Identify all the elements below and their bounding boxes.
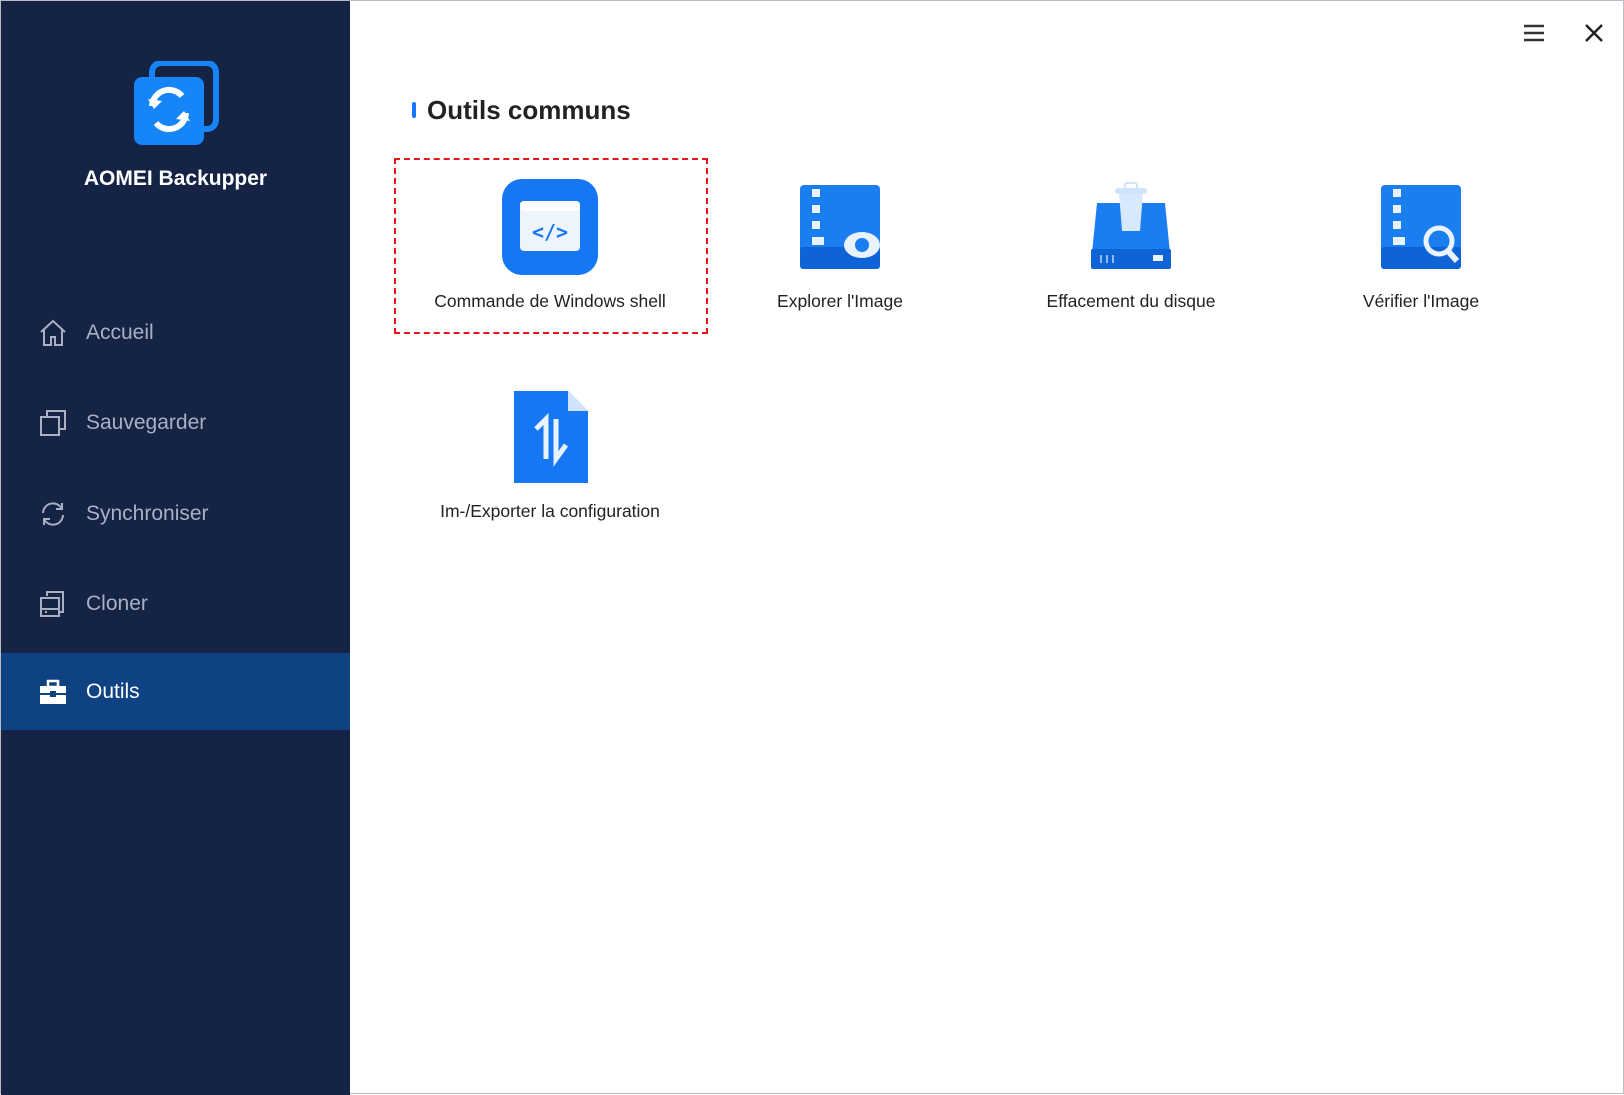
menu-icon <box>1524 24 1544 42</box>
tool-import-export-config[interactable]: Im-/Exporter la configuration <box>405 371 695 541</box>
sidebar-item-label: Accueil <box>86 320 154 344</box>
close-icon <box>1585 24 1603 42</box>
sidebar-item-cloner[interactable]: Cloner <box>1 565 350 642</box>
backup-icon <box>37 407 69 439</box>
tool-check-image[interactable]: Vérifier l'Image <box>1276 161 1566 331</box>
svg-text:</>: </> <box>532 220 568 244</box>
sidebar-item-accueil[interactable]: Accueil <box>1 294 350 371</box>
sidebar-item-label: Outils <box>86 679 140 703</box>
toolbox-icon <box>37 676 69 708</box>
tool-label: Commande de Windows shell <box>434 291 666 311</box>
check-image-icon <box>1381 185 1461 269</box>
sidebar-item-label: Sauvegarder <box>86 410 207 434</box>
tool-label: Im-/Exporter la configuration <box>440 501 660 521</box>
sync-icon <box>37 498 69 530</box>
sidebar-item-label: Cloner <box>86 591 148 615</box>
menu-button[interactable] <box>1518 17 1550 49</box>
clone-icon <box>37 588 69 620</box>
page-title: Outils communs <box>427 95 631 125</box>
close-button[interactable] <box>1578 17 1610 49</box>
sidebar-item-sauvegarder[interactable]: Sauvegarder <box>1 384 350 461</box>
explore-image-icon <box>800 185 880 269</box>
sidebar: AOMEI Backupper Accueil Sauvegarder Sync… <box>1 1 350 1095</box>
home-icon <box>37 317 69 349</box>
tool-label: Vérifier l'Image <box>1362 291 1480 311</box>
tool-disk-wipe[interactable]: Effacement du disque <box>986 161 1276 331</box>
app-title: AOMEI Backupper <box>83 167 268 190</box>
heading-accent <box>412 102 416 118</box>
sidebar-item-synchroniser[interactable]: Synchroniser <box>1 475 350 552</box>
shell-command-icon: </> <box>502 179 598 275</box>
tool-label: Explorer l'Image <box>777 291 903 311</box>
import-export-icon <box>514 391 588 483</box>
sidebar-item-label: Synchroniser <box>86 501 209 525</box>
tool-explore-image[interactable]: Explorer l'Image <box>695 161 985 331</box>
tool-windows-shell[interactable]: </> Commande de Windows shell <box>405 161 695 331</box>
tool-label: Effacement du disque <box>1046 291 1216 311</box>
app-logo-icon <box>134 61 219 145</box>
disk-wipe-icon <box>1091 182 1171 269</box>
sidebar-item-outils[interactable]: Outils <box>1 653 350 730</box>
